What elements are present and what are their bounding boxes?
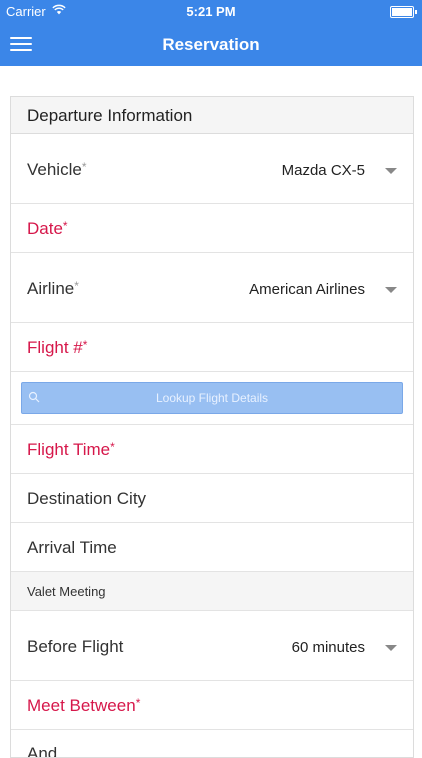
page-title: Reservation (162, 35, 260, 54)
meet-between-label: Meet Between* (27, 696, 141, 715)
chevron-down-icon (385, 287, 397, 293)
departure-form: Departure Information Vehicle* Mazda CX-… (10, 96, 414, 758)
destination-city-field[interactable]: Destination City (11, 474, 413, 523)
before-flight-select[interactable]: Before Flight 60 minutes (11, 611, 413, 681)
nav-bar: Reservation (0, 22, 422, 66)
section-title: Departure Information (27, 106, 193, 125)
lookup-flight-button[interactable]: Lookup Flight Details (21, 382, 403, 414)
flight-time-label: Flight Time* (27, 440, 115, 459)
lookup-button-label: Lookup Flight Details (155, 391, 269, 405)
destination-city-label: Destination City (27, 489, 147, 508)
flight-number-label: Flight #* (27, 338, 88, 357)
chevron-down-icon (385, 645, 397, 651)
airline-value: American Airlines (249, 281, 365, 298)
vehicle-label: Vehicle* (27, 160, 87, 179)
meet-between-field[interactable]: Meet Between* (11, 681, 413, 730)
chevron-down-icon (385, 168, 397, 174)
and-label: And (27, 744, 58, 758)
before-flight-label: Before Flight (27, 637, 124, 656)
airline-select[interactable]: Airline* American Airlines (11, 253, 413, 323)
vehicle-value: Mazda CX-5 (281, 162, 365, 179)
section-header: Departure Information (11, 97, 413, 134)
valet-meeting-label: Valet Meeting (27, 584, 106, 599)
arrival-time-field[interactable]: Arrival Time (11, 523, 413, 572)
battery-icon (390, 6, 417, 18)
and-field[interactable]: And (11, 730, 413, 758)
vehicle-select[interactable]: Vehicle* Mazda CX-5 (11, 134, 413, 204)
date-field[interactable]: Date* (11, 204, 413, 253)
status-bar: Carrier 5:21 PM (0, 0, 422, 22)
lookup-row: Lookup Flight Details (11, 372, 413, 425)
date-label: Date* (27, 219, 68, 238)
before-flight-value: 60 minutes (291, 639, 365, 656)
valet-meeting-header: Valet Meeting (11, 572, 413, 611)
arrival-time-label: Arrival Time (27, 538, 117, 557)
flight-number-field[interactable]: Flight #* (11, 323, 413, 372)
flight-time-field[interactable]: Flight Time* (11, 425, 413, 474)
airline-label: Airline* (27, 279, 79, 298)
clock: 5:21 PM (186, 4, 236, 19)
